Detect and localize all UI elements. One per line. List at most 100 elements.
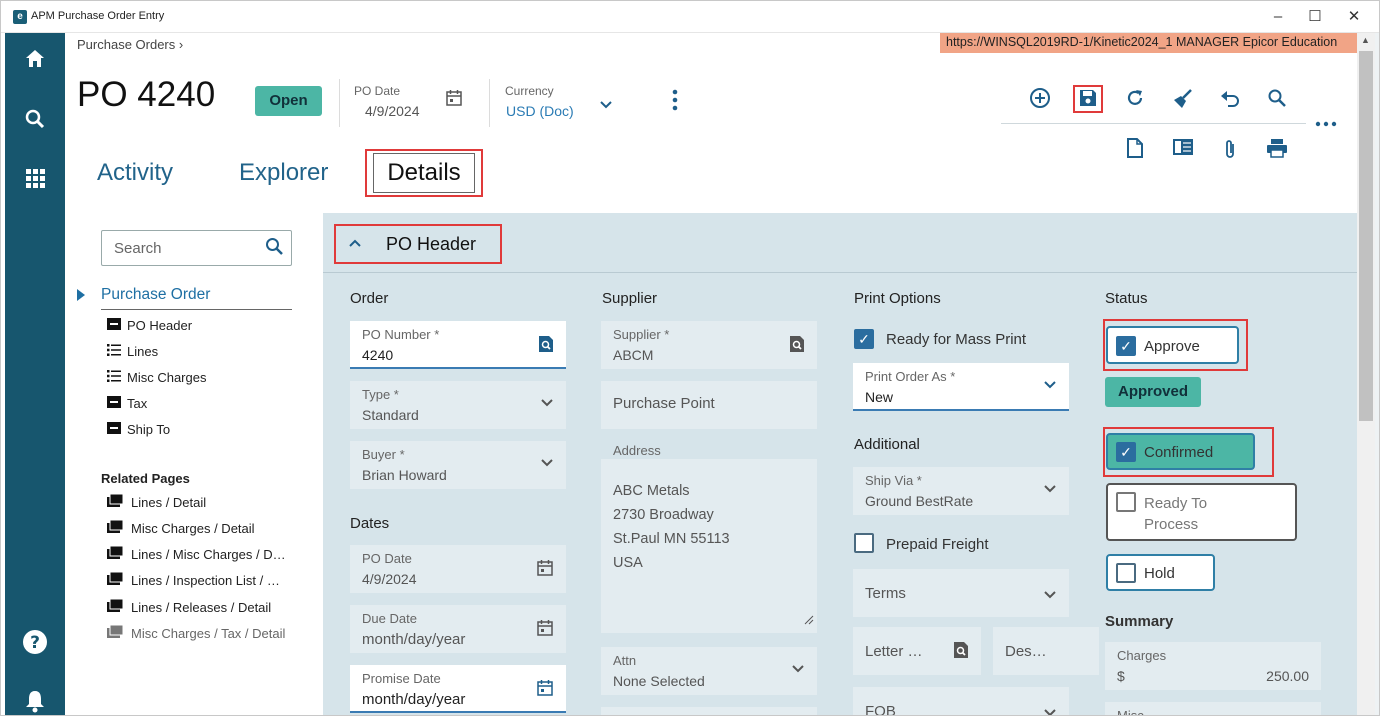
tree-item-ship-to[interactable]: Ship To xyxy=(107,422,170,440)
tab-activity[interactable]: Activity xyxy=(97,159,173,187)
more-options-icon[interactable] xyxy=(671,88,681,112)
scrollbar-thumb[interactable] xyxy=(1359,51,1373,421)
document-icon[interactable] xyxy=(1122,138,1148,164)
notifications-bell-icon[interactable] xyxy=(5,689,65,715)
pages-stack-icon xyxy=(107,519,131,536)
po-header-toggle[interactable]: PO Header xyxy=(334,224,502,264)
chevron-down-icon[interactable] xyxy=(599,97,613,114)
print-order-as-select[interactable]: Print Order As * New xyxy=(853,363,1069,411)
attachment-icon[interactable] xyxy=(1217,138,1243,166)
calendar-icon[interactable] xyxy=(445,89,463,111)
letter-field[interactable]: Letter … xyxy=(853,627,981,675)
approve-toggle[interactable]: ✓ Approve xyxy=(1106,326,1239,364)
approve-checkbox[interactable]: ✓ xyxy=(1116,336,1136,356)
buyer-select[interactable]: Buyer * Brian Howard xyxy=(350,441,566,489)
undo-icon[interactable] xyxy=(1217,88,1243,114)
add-new-icon[interactable] xyxy=(1027,87,1053,115)
terms-select[interactable]: Terms xyxy=(853,569,1069,617)
lookup-icon[interactable] xyxy=(538,335,554,358)
list-icon xyxy=(107,370,127,385)
side-navigation: ? xyxy=(5,33,65,715)
related-page-link[interactable]: Misc Charges / Detail xyxy=(107,519,255,536)
field-label: Charges xyxy=(1117,648,1167,663)
tree-search-input[interactable]: Search xyxy=(101,230,292,266)
pages-stack-icon xyxy=(107,598,131,615)
confirmed-checkbox[interactable]: ✓ xyxy=(1116,442,1136,462)
field-placeholder: Purchase Point xyxy=(613,395,715,412)
calendar-icon[interactable] xyxy=(536,679,554,702)
lookup-icon[interactable] xyxy=(953,641,969,664)
lookup-icon[interactable] xyxy=(789,335,805,358)
clear-broom-icon[interactable] xyxy=(1170,88,1196,116)
field-value: 4240 xyxy=(362,347,394,363)
home-icon[interactable] xyxy=(5,47,65,77)
tree-item-misc-charges[interactable]: Misc Charges xyxy=(107,370,206,388)
fob-select[interactable]: FOB xyxy=(853,687,1069,715)
header-form-icon xyxy=(107,422,127,437)
search-icon[interactable] xyxy=(5,107,65,137)
chevron-down-icon xyxy=(1043,481,1057,499)
po-date-field[interactable]: PO Date 4/9/2024 xyxy=(350,545,566,593)
type-select[interactable]: Type * Standard xyxy=(350,381,566,429)
calendar-icon[interactable] xyxy=(536,619,554,642)
field-placeholder: Letter … xyxy=(865,643,923,660)
promise-date-field[interactable]: Promise Date month/day/year xyxy=(350,665,566,713)
panel-view-icon[interactable] xyxy=(1170,138,1196,162)
status-section-title: Status xyxy=(1105,290,1148,307)
tab-details-highlight: Details xyxy=(365,149,483,197)
checkbox-label: Ready To Process xyxy=(1144,495,1208,533)
hold-checkbox[interactable] xyxy=(1116,563,1136,583)
overflow-menu-icon[interactable] xyxy=(1313,112,1339,134)
related-page-link[interactable]: Lines / Releases / Detail xyxy=(107,598,271,615)
supplier-field[interactable]: Supplier * ABCM xyxy=(601,321,817,369)
tree-item-lines[interactable]: Lines xyxy=(107,344,158,362)
refresh-icon[interactable] xyxy=(1122,88,1148,114)
maximize-button[interactable]: ☐ xyxy=(1304,7,1326,27)
field-label: Print Order As * xyxy=(865,369,956,384)
currency-value[interactable]: USD (Doc) xyxy=(506,103,574,119)
field-value: ABCM xyxy=(613,347,654,363)
scroll-up-icon[interactable]: ▲ xyxy=(1361,35,1370,45)
ship-via-select[interactable]: Ship Via * Ground BestRate xyxy=(853,467,1069,515)
field-value: 4/9/2024 xyxy=(362,571,417,587)
related-page-link[interactable]: Lines / Inspection List / … xyxy=(107,571,280,588)
related-page-link[interactable]: Lines / Detail xyxy=(107,493,206,510)
help-icon[interactable]: ? xyxy=(5,629,65,661)
purchase-point-field[interactable]: Purchase Point xyxy=(601,381,817,429)
tree-item-purchase-order[interactable]: Purchase Order xyxy=(101,286,292,310)
calendar-icon[interactable] xyxy=(536,559,554,582)
close-button[interactable]: ✕ xyxy=(1343,7,1365,27)
related-pages-heading: Related Pages xyxy=(101,471,190,486)
related-page-link[interactable]: Misc Charges / Tax / Detail xyxy=(107,624,285,641)
tree-item-po-header[interactable]: PO Header xyxy=(107,318,192,336)
description-field[interactable]: Des… xyxy=(993,627,1099,675)
search-icon[interactable] xyxy=(1264,88,1290,114)
related-page-link[interactable]: Lines / Misc Charges / D… xyxy=(107,545,286,562)
apps-grid-icon[interactable] xyxy=(5,167,65,195)
resize-handle-icon[interactable] xyxy=(804,612,814,630)
pages-stack-icon xyxy=(107,571,131,588)
field-label: PO Number * xyxy=(362,327,440,342)
prepaid-freight-checkbox[interactable] xyxy=(854,533,874,553)
search-icon[interactable] xyxy=(265,237,283,260)
summary-section-title: Summary xyxy=(1105,613,1174,630)
tree-item-tax[interactable]: Tax xyxy=(107,396,147,414)
po-number-field[interactable]: PO Number * 4240 xyxy=(350,321,566,369)
save-icon[interactable] xyxy=(1075,88,1101,114)
ready-for-mass-print-checkbox[interactable]: ✓ xyxy=(854,329,874,349)
tab-explorer[interactable]: Explorer xyxy=(239,159,328,187)
tree-item-label: Ship To xyxy=(127,422,171,437)
due-date-field[interactable]: Due Date month/day/year xyxy=(350,605,566,653)
attn-select[interactable]: Attn None Selected xyxy=(601,647,817,695)
hold-toggle[interactable]: Hold xyxy=(1106,554,1215,591)
ready-to-process-toggle[interactable]: Ready To Process xyxy=(1106,483,1297,541)
breadcrumb[interactable]: Purchase Orders › xyxy=(77,37,183,52)
tab-details[interactable]: Details xyxy=(373,153,475,193)
confirmed-toggle[interactable]: ✓ Confirmed xyxy=(1106,433,1255,470)
next-field-cutoff[interactable] xyxy=(601,707,817,715)
ready-to-process-checkbox[interactable] xyxy=(1116,492,1136,512)
minimize-button[interactable]: – xyxy=(1267,7,1289,27)
checkbox-label: Hold xyxy=(1144,565,1175,582)
vertical-scrollbar[interactable]: ▲ xyxy=(1357,33,1375,715)
print-icon[interactable] xyxy=(1264,138,1290,164)
